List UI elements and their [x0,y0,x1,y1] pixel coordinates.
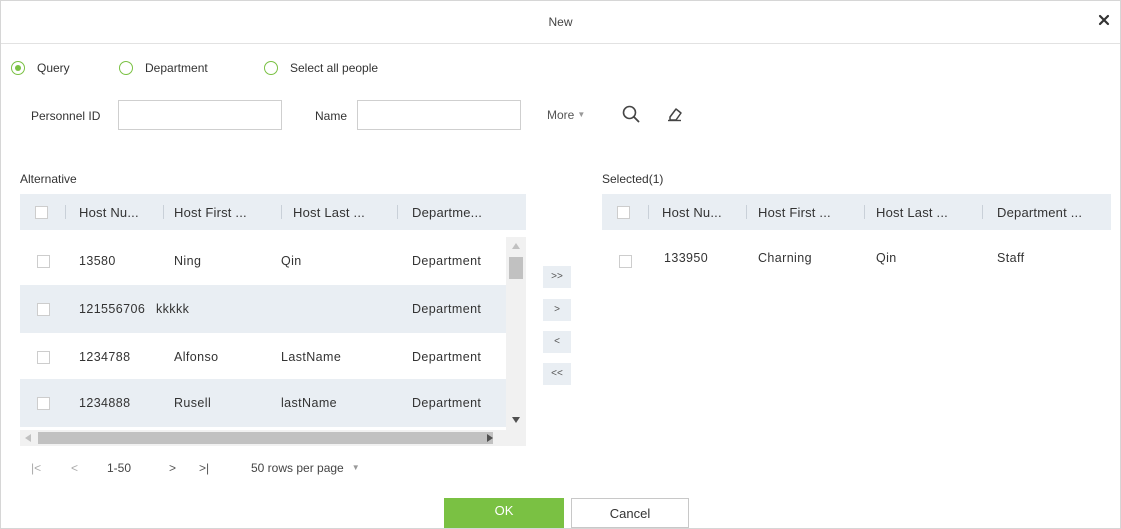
column-header-department[interactable]: Departme... [412,205,482,220]
ok-button[interactable]: OK [444,498,564,528]
column-divider [65,205,66,219]
cell-department: Department [412,254,482,268]
cell-host-number: 1234788 [79,350,131,364]
dialog-titlebar: New [1,1,1120,44]
selected-grid-header: Host Nu... Host First ... Host Last ... … [602,194,1111,230]
column-header-host-last-name[interactable]: Host Last ... [876,205,948,220]
first-page-button[interactable]: |< [31,461,41,475]
search-icon[interactable] [620,103,642,125]
more-dropdown[interactable]: More ▼ [547,108,585,122]
cell-host-last-name: LastName [281,350,342,364]
personnel-id-input[interactable] [118,100,282,130]
selected-label: Selected(1) [602,172,664,186]
more-label: More [547,108,575,122]
personnel-id-label: Personnel ID [31,109,101,123]
vertical-scrollbar[interactable] [506,237,526,430]
cell-host-last-name: Qin [281,254,302,268]
radio-select-all-label: Select all people [290,61,379,75]
column-divider [864,205,865,219]
prev-page-button[interactable]: < [71,461,78,475]
column-divider [648,205,649,219]
next-page-button[interactable]: > [169,461,176,475]
name-label: Name [315,109,348,123]
vertical-scroll-thumb[interactable] [509,257,523,279]
cancel-button[interactable]: Cancel [571,498,689,528]
column-divider [281,205,282,219]
select-all-checkbox[interactable] [35,206,48,219]
close-icon[interactable] [1096,12,1112,28]
row-checkbox[interactable] [37,397,50,410]
radio-query[interactable]: Query [11,61,70,75]
remove-all-button[interactable]: << [543,363,571,385]
radio-select-all-people[interactable]: Select all people [264,61,378,75]
last-page-button[interactable]: >| [199,461,209,475]
column-header-host-first-name[interactable]: Host First ... [758,205,831,220]
remove-selected-button[interactable]: < [543,331,571,353]
cell-host-number: 13580 [79,254,116,268]
dialog-title: New [548,15,573,29]
horizontal-scrollbar[interactable] [20,430,526,446]
cell-department: Department [412,302,482,316]
selected-grid: Host Nu... Host First ... Host Last ... … [602,194,1111,314]
column-divider [982,205,983,219]
cell-host-first-name: Alfonso [174,350,219,364]
column-header-department[interactable]: Department ... [997,205,1082,220]
cell-host-first-name: Charning [758,251,812,265]
cell-department: Staff [997,251,1025,265]
horizontal-scroll-thumb[interactable] [38,432,493,444]
cell-host-first-name: Rusell [174,396,212,410]
table-row[interactable]: 121556706 kkkkk Department [20,285,526,333]
cell-host-number: 1234888 [79,396,131,410]
table-row[interactable]: 133950 Charning Qin Staff [602,237,1111,285]
column-header-host-number[interactable]: Host Nu... [79,205,139,220]
row-checkbox[interactable] [37,255,50,268]
column-divider [163,205,164,219]
cell-host-number: 121556706 [79,302,146,316]
column-header-host-number[interactable]: Host Nu... [662,205,722,220]
cell-host-first-name: Ning [174,254,202,268]
scroll-down-icon[interactable] [512,417,520,423]
cell-department: Department [412,350,482,364]
radio-unchecked-icon [264,61,278,75]
radio-unchecked-icon [119,61,133,75]
rows-per-page-label: 50 rows per page [251,461,344,475]
add-selected-button[interactable]: > [543,299,571,321]
cell-host-last-name: Qin [876,251,897,265]
column-divider [746,205,747,219]
rows-per-page-select[interactable]: 50 rows per page ▼ [251,461,360,475]
alternative-grid: Host Nu... Host First ... Host Last ... … [20,194,526,430]
row-checkbox[interactable] [37,351,50,364]
add-all-button[interactable]: >> [543,266,571,288]
radio-checked-icon [11,61,25,75]
cell-host-first-name: kkkkk [156,302,190,316]
name-input[interactable] [357,100,521,130]
table-row[interactable]: 13580 Ning Qin Department [20,237,526,285]
cell-host-last-name: lastName [281,396,337,410]
row-checkbox[interactable] [37,303,50,316]
select-all-checkbox[interactable] [617,206,630,219]
radio-department[interactable]: Department [119,61,208,75]
table-row[interactable]: 1234788 Alfonso LastName Department [20,333,526,381]
row-checkbox[interactable] [619,255,632,268]
caret-down-icon: ▼ [577,110,586,119]
new-dialog: New Query Department Select all people P… [0,0,1121,529]
cell-department: Department [412,396,482,410]
page-range: 1-50 [107,461,132,475]
column-divider [397,205,398,219]
cell-host-number: 133950 [664,251,709,265]
column-header-host-last-name[interactable]: Host Last ... [293,205,365,220]
radio-department-label: Department [145,61,208,75]
caret-down-icon: ▼ [351,463,360,472]
column-header-host-first-name[interactable]: Host First ... [174,205,247,220]
alternative-grid-header: Host Nu... Host First ... Host Last ... … [20,194,526,230]
scroll-right-icon[interactable] [487,434,493,442]
scroll-up-icon[interactable] [512,243,520,249]
table-row[interactable]: 1234888 Rusell lastName Department [20,379,526,427]
alternative-label: Alternative [20,172,77,186]
eraser-icon[interactable] [664,103,686,125]
radio-query-label: Query [37,61,70,75]
scroll-left-icon[interactable] [25,434,31,442]
